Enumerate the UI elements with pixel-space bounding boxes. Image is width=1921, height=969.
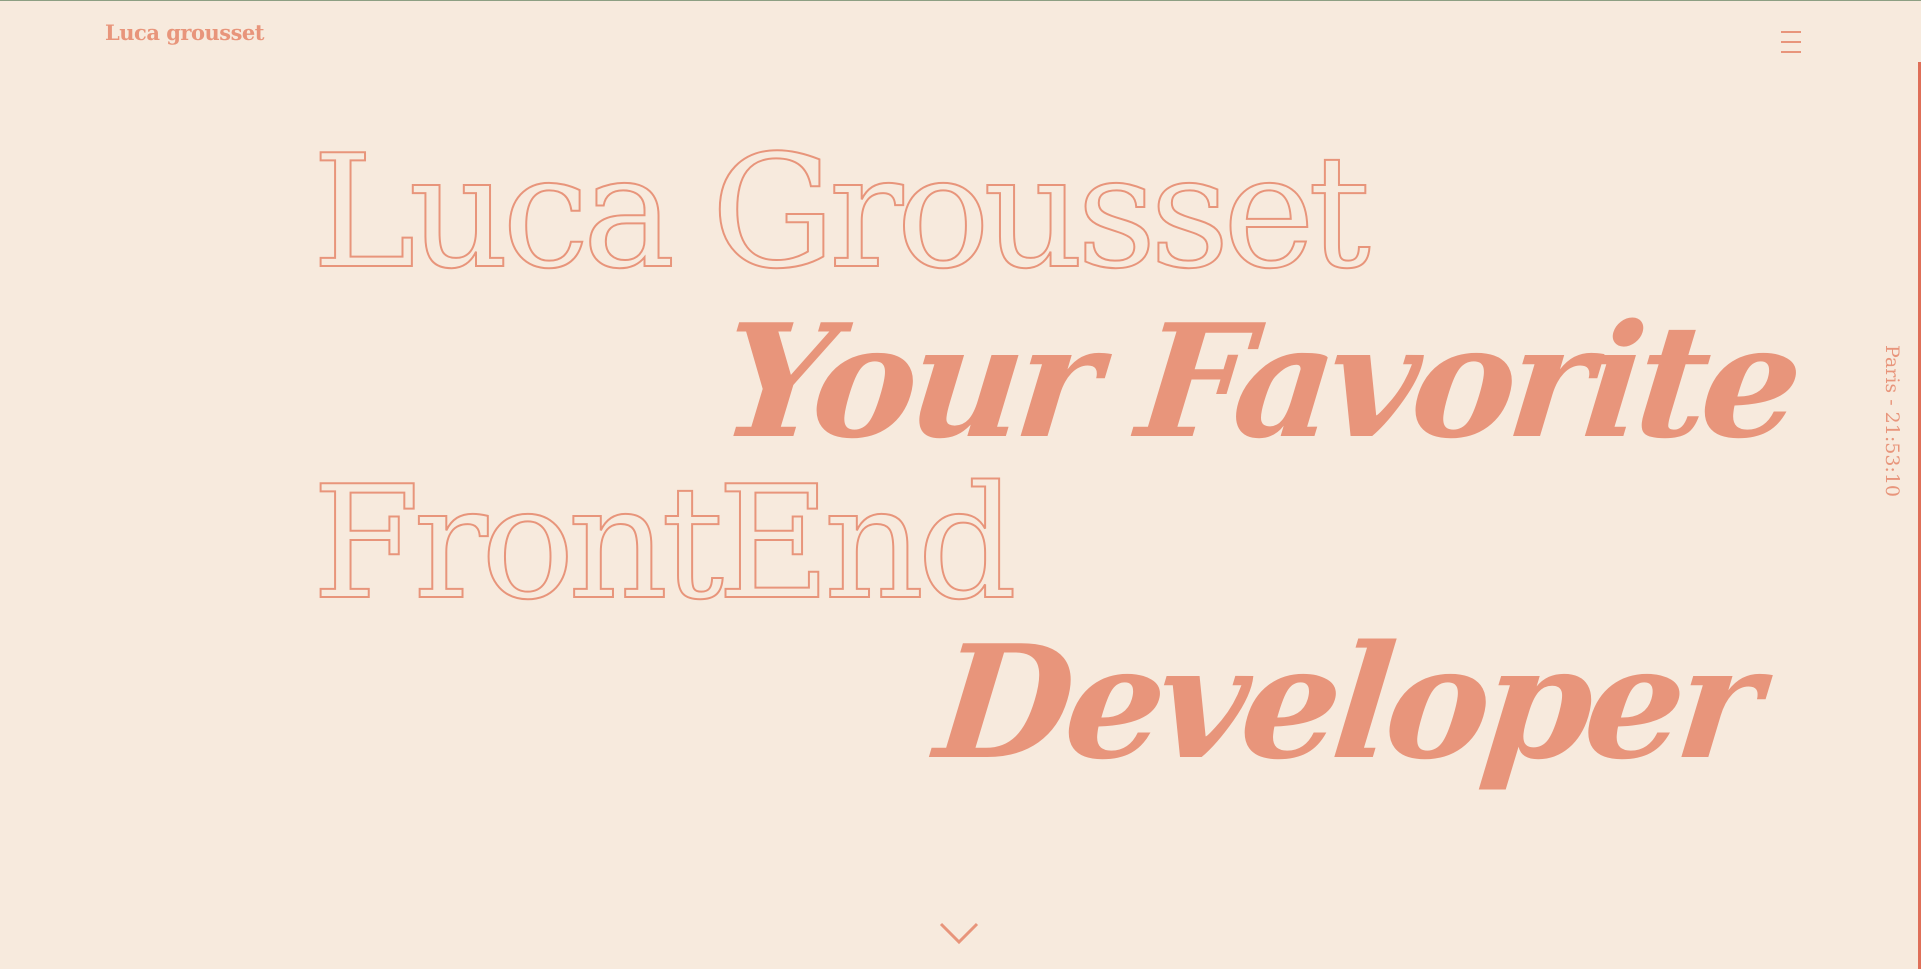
chevron-down-graphic — [939, 922, 979, 945]
hero-tagline-filled: Your Favorite — [713, 290, 1805, 473]
location-clock: Paris - 21:53:10 — [1881, 345, 1903, 497]
chevron-down-icon[interactable] — [939, 921, 979, 945]
hero-role-filled: Developer — [928, 611, 1764, 794]
hero-role-outline: FrontEnd — [311, 452, 1018, 634]
hero-name-outline: Luca Grousset — [311, 121, 1372, 303]
hero-section: Luca Grousset Your Favorite FrontEnd Dev… — [0, 0, 1921, 969]
portfolio-page: Luca grousset Luca Grousset Your Favorit… — [0, 0, 1921, 969]
